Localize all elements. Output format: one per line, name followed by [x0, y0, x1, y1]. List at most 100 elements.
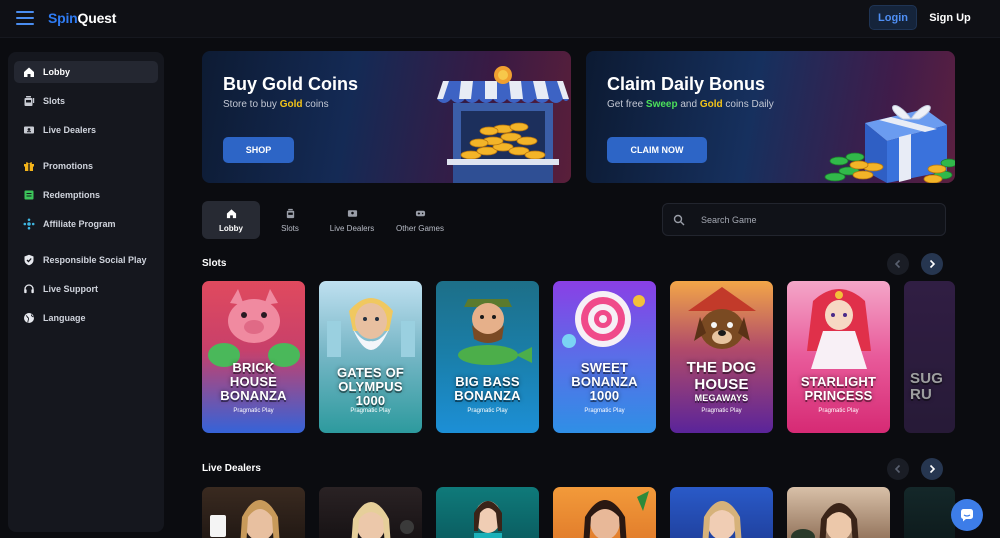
sidebar-item-label: Affiliate Program	[43, 219, 116, 229]
dealer-photo	[583, 491, 649, 538]
slots-next-button[interactable]	[921, 253, 943, 275]
game-provider: Pragmatic Play	[818, 408, 859, 414]
globe-icon	[22, 312, 35, 325]
search-box	[662, 203, 946, 236]
chat-icon	[961, 509, 973, 522]
game-title: STARLIGHT PRINCESS	[800, 374, 877, 403]
live-dealer-card[interactable]	[436, 487, 539, 538]
redeem-icon	[22, 189, 35, 202]
banner-title: Buy Gold Coins	[223, 74, 358, 94]
dealer-photo	[210, 500, 280, 538]
princess-character-art	[807, 289, 871, 369]
sidebar-item-label: Promotions	[43, 161, 94, 171]
tab-label: Other Games	[395, 223, 444, 233]
game-title: BIG BASS BONANZA	[454, 374, 521, 403]
dealer-photo	[702, 501, 742, 538]
sidebar-item-live-dealers[interactable]: Live Dealers	[14, 119, 158, 141]
sidebar-item-label: Language	[43, 313, 86, 323]
live-dealer-icon	[347, 209, 357, 217]
game-card-sugar-rush[interactable]: SUG RU	[904, 281, 955, 433]
live-dealer-card[interactable]	[319, 487, 422, 538]
gift-box-illustration	[824, 105, 955, 183]
sidebar-item-label: Slots	[43, 96, 66, 106]
affiliate-icon	[22, 218, 35, 231]
game-title: SWEET BONANZA 1000	[571, 360, 638, 403]
logo-part-spin: Spin	[48, 10, 78, 26]
tab-label: Live Dealers	[329, 223, 375, 233]
live-dealer-card[interactable]	[904, 487, 955, 538]
sidebar-item-responsible-play[interactable]: Responsible Social Play	[14, 249, 158, 271]
tab-lobby[interactable]: Lobby	[202, 201, 260, 239]
live-prev-button[interactable]	[887, 458, 909, 480]
home-icon	[22, 66, 35, 79]
chat-button[interactable]	[951, 499, 983, 531]
sidebar-item-slots[interactable]: Slots	[14, 90, 158, 112]
slot-machine-icon	[22, 95, 35, 108]
chevron-right-icon	[929, 259, 936, 269]
sidebar-item-affiliate[interactable]: Affiliate Program	[14, 213, 158, 235]
sidebar-item-language[interactable]: Language	[14, 307, 158, 329]
sidebar-item-label: Live Support	[43, 284, 99, 294]
chevron-left-icon	[894, 464, 901, 474]
dog-character-art	[688, 287, 756, 349]
sidebar-item-label: Redemptions	[43, 190, 101, 200]
banner-subtitle: Store to buy Gold coins	[223, 99, 329, 110]
game-card-gates-of-olympus-1000[interactable]: GATES OF OLYMPUS 1000 Pragmatic Play	[319, 281, 422, 433]
slots-section-title: Slots	[202, 258, 227, 269]
live-dealer-icon	[22, 124, 35, 137]
claim-daily-bonus-banner: Claim Daily Bonus Get free Sweep and Gol…	[586, 51, 955, 183]
tab-slots[interactable]: Slots	[261, 201, 319, 239]
logo-part-quest: Quest	[77, 10, 117, 26]
shop-button[interactable]: SHOP	[223, 137, 294, 163]
tab-label: Lobby	[219, 223, 243, 233]
live-dealer-card[interactable]	[787, 487, 890, 538]
tab-other-games[interactable]: Other Games	[391, 201, 449, 239]
pig-character-art	[208, 289, 300, 367]
game-title: BRICK HOUSE BONANZA	[220, 360, 287, 403]
game-card-sweet-bonanza-1000[interactable]: SWEET BONANZA 1000 Pragmatic Play	[553, 281, 656, 433]
live-dealers-section-title: Live Dealers	[202, 463, 261, 474]
top-bar: SpinQuest Login Sign Up	[0, 0, 1000, 38]
sidebar-item-redemptions[interactable]: Redemptions	[14, 184, 158, 206]
game-card-starlight-princess[interactable]: STARLIGHT PRINCESS Pragmatic Play	[787, 281, 890, 433]
banner-subtitle: Get free Sweep and Gold coins Daily	[607, 99, 774, 110]
gamepad-icon	[415, 210, 425, 216]
sidebar-item-label: Live Dealers	[43, 125, 97, 135]
slot-machine-icon	[286, 208, 294, 218]
home-icon	[226, 208, 236, 218]
menu-icon[interactable]	[16, 11, 34, 25]
coin-shop-illustration	[437, 66, 569, 183]
sidebar-item-promotions[interactable]: Promotions	[14, 155, 158, 177]
signup-button[interactable]: Sign Up	[924, 5, 976, 30]
tab-live-dealers[interactable]: Live Dealers	[323, 201, 381, 239]
live-next-button[interactable]	[921, 458, 943, 480]
sidebar-item-live-support[interactable]: Live Support	[14, 278, 158, 300]
dealer-photo	[351, 502, 414, 538]
headset-icon	[22, 283, 35, 296]
zeus-character-art	[327, 298, 415, 357]
game-card-brick-house-bonanza[interactable]: BRICK HOUSE BONANZA Pragmatic Play	[202, 281, 305, 433]
game-title: GATES OF OLYMPUS 1000	[336, 365, 405, 408]
slots-prev-button[interactable]	[887, 253, 909, 275]
search-input[interactable]	[701, 212, 931, 228]
game-provider: Pragmatic Play	[584, 408, 625, 414]
game-provider: Pragmatic Play	[701, 408, 742, 414]
game-card-big-bass-bonanza[interactable]: BIG BASS BONANZA Pragmatic Play	[436, 281, 539, 433]
tab-label: Slots	[281, 223, 299, 233]
sidebar: Lobby Slots Live Dealers Promotions Rede…	[8, 52, 164, 532]
logo[interactable]: SpinQuest	[48, 10, 116, 26]
chevron-left-icon	[894, 259, 901, 269]
dealer-photo	[791, 503, 859, 538]
live-dealer-card[interactable]	[553, 487, 656, 538]
game-provider: Pragmatic Play	[467, 408, 508, 414]
fisherman-character-art	[458, 299, 532, 365]
sidebar-item-lobby[interactable]: Lobby	[14, 61, 158, 83]
live-dealer-card[interactable]	[670, 487, 773, 538]
gift-icon	[22, 160, 35, 173]
live-dealer-card[interactable]	[202, 487, 305, 538]
login-button[interactable]: Login	[869, 5, 917, 30]
sidebar-item-label: Responsible Social Play	[43, 255, 147, 265]
claim-now-button[interactable]: CLAIM NOW	[607, 137, 707, 163]
game-card-the-dog-house-megaways[interactable]: THE DOG HOUSE MEGAWAYS Pragmatic Play	[670, 281, 773, 433]
sidebar-item-label: Lobby	[43, 67, 70, 77]
